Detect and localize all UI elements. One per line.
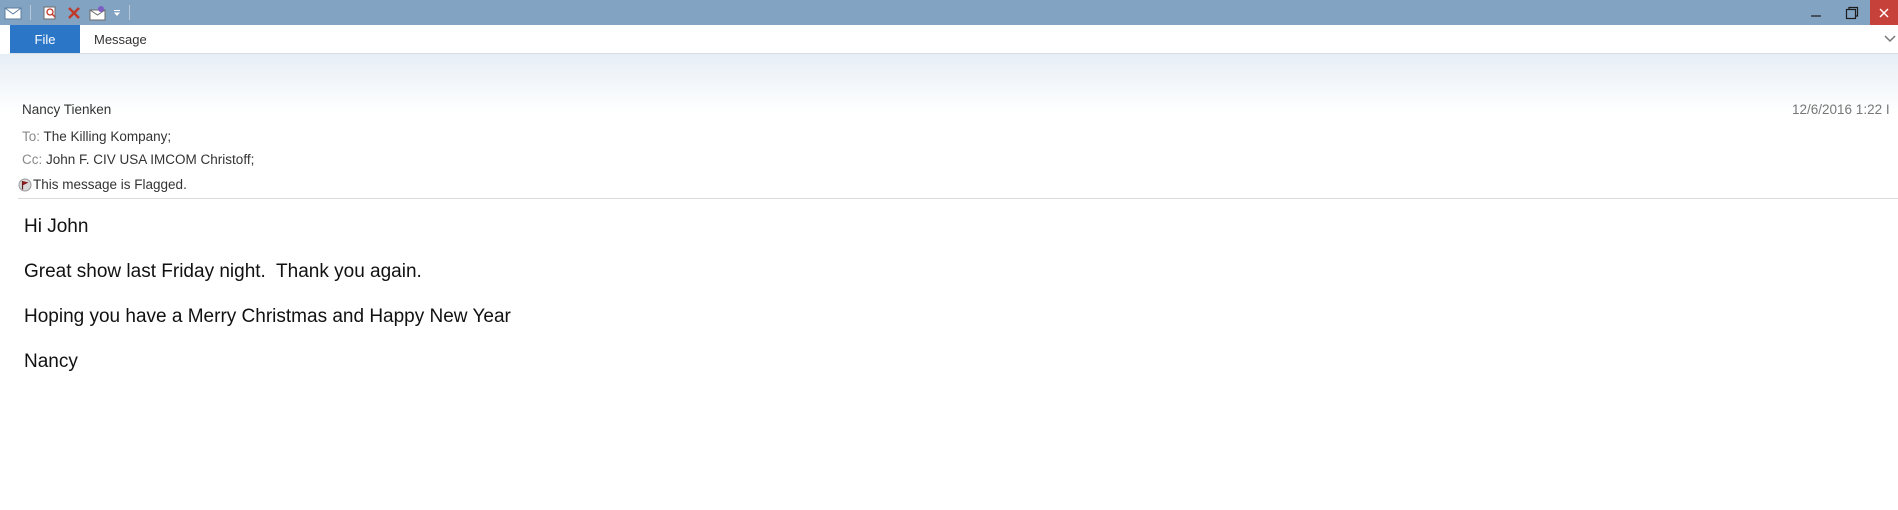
to-line: To: The Killing Kompany; [22, 129, 171, 144]
to-recipient[interactable]: The Killing Kompany; [44, 129, 172, 144]
delete-icon[interactable] [63, 2, 85, 24]
body-line: Hi John [24, 216, 89, 237]
tab-message[interactable]: Message [94, 25, 147, 53]
sent-date: 12/6/2016 1:22 I [1792, 102, 1890, 117]
cc-recipient[interactable]: John F. CIV USA IMCOM Christoff; [46, 152, 254, 167]
close-icon[interactable] [1870, 0, 1898, 25]
minimize-icon[interactable] [1798, 0, 1834, 25]
flag-icon [18, 178, 32, 192]
toolbar-separator [129, 5, 130, 20]
sender-name: Nancy Tienken [22, 102, 112, 117]
reading-pane-header-background [0, 54, 1898, 114]
flag-infobar[interactable]: This message is Flagged. [18, 177, 187, 192]
header-divider [18, 198, 1898, 199]
move-icon[interactable] [87, 2, 109, 24]
customize-dropdown-icon[interactable] [111, 2, 123, 24]
body-line: Great show last Friday night. Thank you … [24, 261, 422, 282]
chevron-down-icon[interactable] [1882, 31, 1898, 47]
cc-label: Cc: [22, 152, 43, 167]
title-bar [0, 0, 1898, 25]
message-body: Hi John Great show last Friday night. Th… [24, 216, 511, 396]
toolbar-separator [30, 5, 31, 20]
window-controls [1798, 0, 1898, 25]
envelope-icon[interactable] [2, 2, 24, 24]
search-message-icon[interactable] [39, 2, 61, 24]
body-line: Nancy [24, 351, 78, 372]
ribbon-tabs: File Message [10, 25, 1898, 54]
cc-line: Cc: John F. CIV USA IMCOM Christoff; [22, 152, 254, 167]
body-line: Hoping you have a Merry Christmas and Ha… [24, 306, 511, 327]
to-label: To: [22, 129, 41, 144]
tab-file[interactable]: File [10, 25, 80, 53]
restore-icon[interactable] [1834, 0, 1870, 25]
quick-access-toolbar [0, 0, 136, 25]
flag-message: This message is Flagged. [33, 177, 187, 192]
